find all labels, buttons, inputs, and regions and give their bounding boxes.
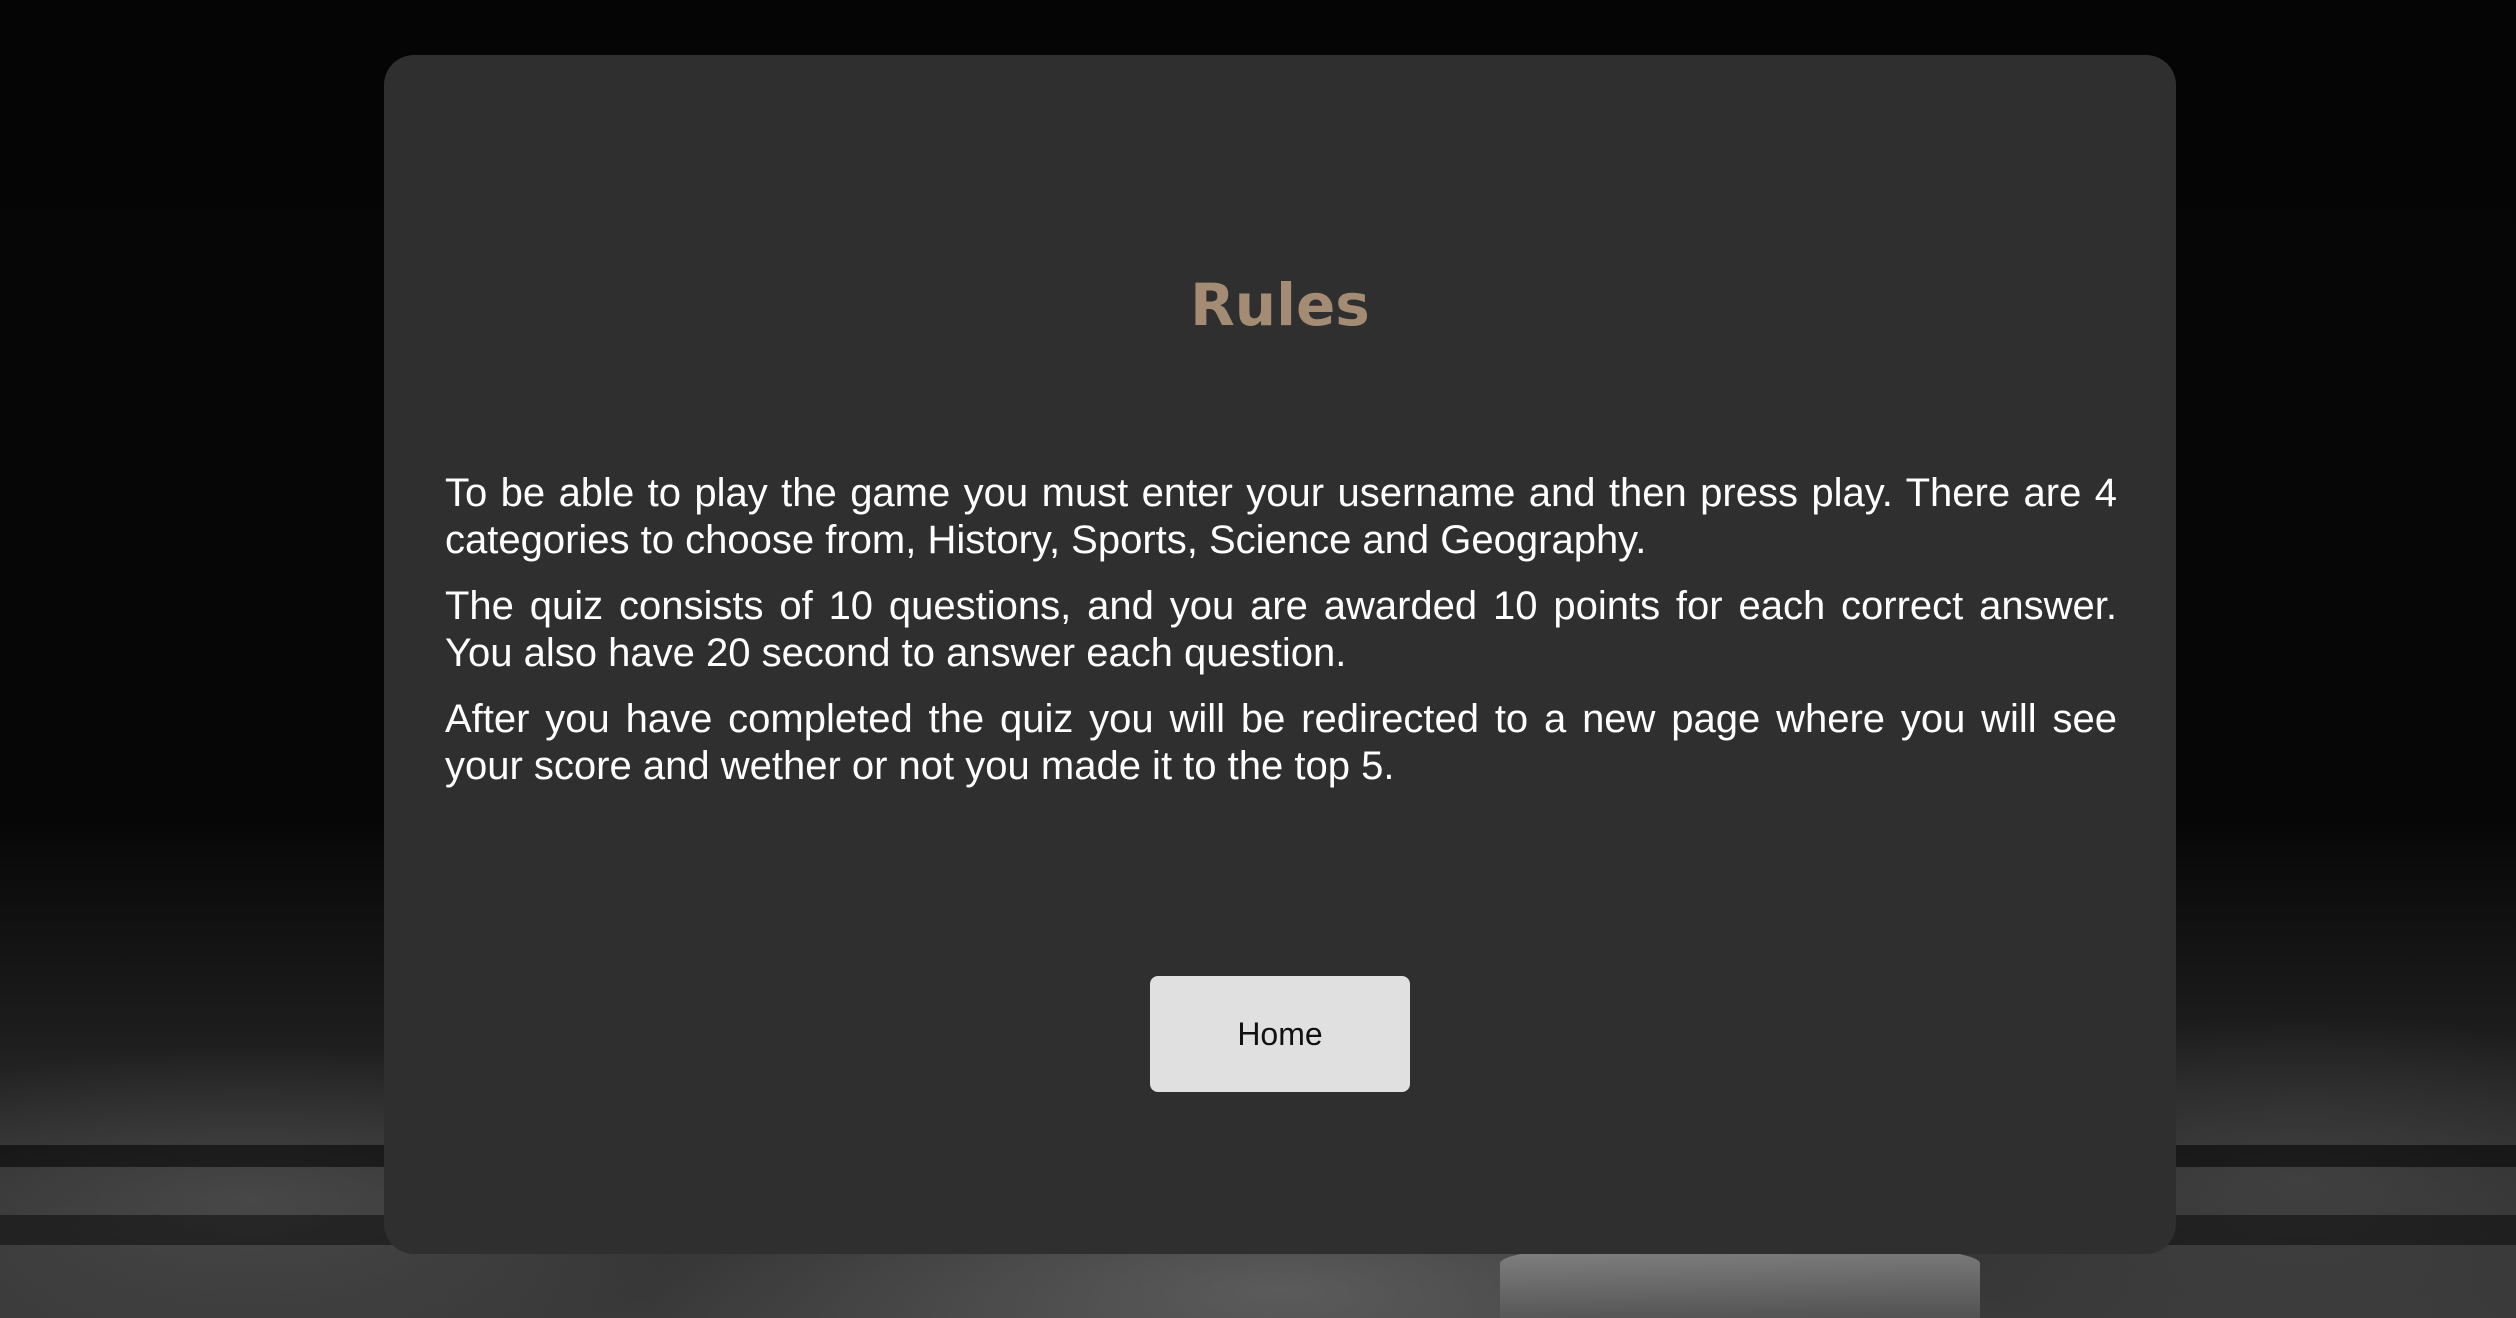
- rules-paragraph-play: To be able to play the game you must ent…: [445, 471, 2117, 562]
- rules-text: To be able to play the game you must ent…: [445, 470, 2117, 809]
- rules-paragraph-results: After you have completed the quiz you wi…: [445, 697, 2117, 788]
- rules-card: Rules To be able to play the game you mu…: [384, 55, 2176, 1254]
- rules-paragraph-scoring: The quiz consists of 10 questions, and y…: [445, 584, 2117, 675]
- home-button[interactable]: Home: [1150, 976, 1410, 1092]
- page-title: Rules: [1190, 271, 1370, 339]
